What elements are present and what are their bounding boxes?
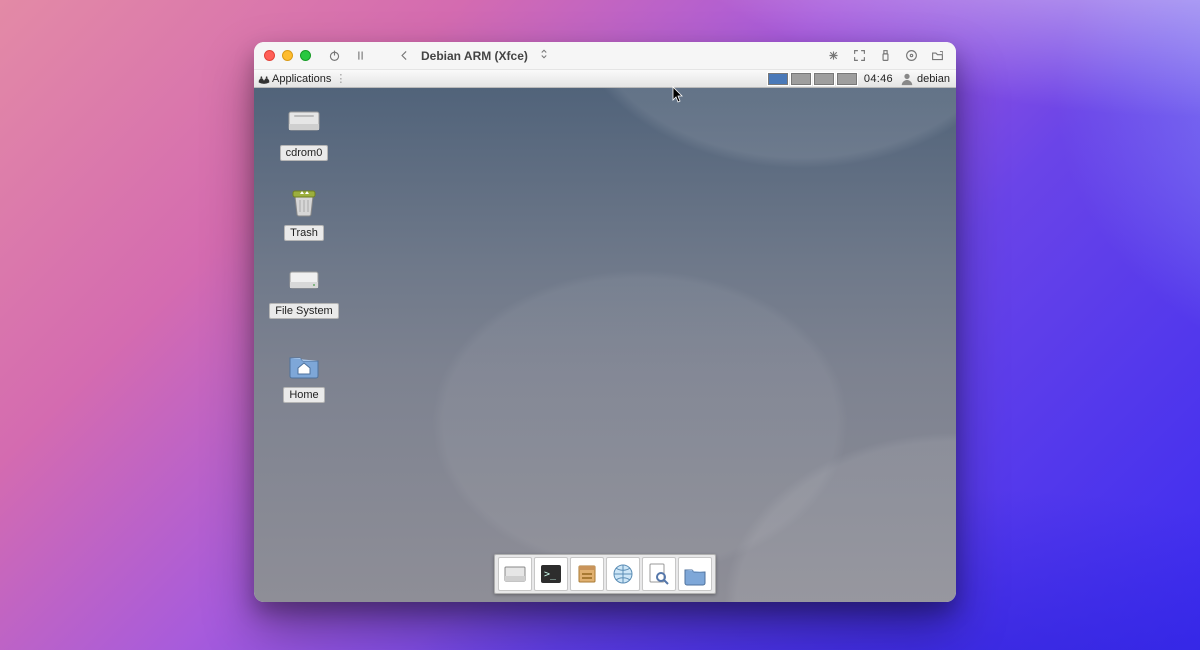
desktop-icon-label: File System (269, 303, 338, 319)
title-selector-icon[interactable] (540, 48, 548, 63)
optical-drive-icon (284, 102, 324, 142)
xfce-desktop[interactable]: cdrom0 Trash File System (254, 88, 956, 602)
workspace-pager (767, 72, 858, 86)
zoom-window-button[interactable] (300, 50, 311, 61)
trash-icon (284, 182, 324, 222)
mouse-cursor-icon (672, 86, 684, 104)
pause-button[interactable] (351, 47, 369, 65)
dock-file-manager[interactable] (570, 557, 604, 591)
back-button[interactable] (395, 47, 413, 65)
desktop-icon-label: Trash (284, 225, 324, 241)
utm-vm-window: Debian ARM (Xfce) Applications ⋮ (254, 42, 956, 602)
workspace-4[interactable] (836, 72, 858, 86)
minimize-window-button[interactable] (282, 50, 293, 61)
shared-folder-icon[interactable] (928, 47, 946, 65)
dock-appfinder[interactable] (642, 557, 676, 591)
applications-menu-icon[interactable] (256, 71, 272, 87)
dock-home-folder[interactable] (678, 557, 712, 591)
panel-grip[interactable]: ⋮ (335, 72, 346, 85)
user-menu-icon[interactable] (899, 71, 915, 87)
desktop-icon-label: Home (283, 387, 324, 403)
workspace-2[interactable] (790, 72, 812, 86)
desktop-icon-cdrom[interactable]: cdrom0 (264, 102, 344, 161)
desktop-icon-label: cdrom0 (280, 145, 329, 161)
dock-terminal[interactable]: >_ (534, 557, 568, 591)
close-window-button[interactable] (264, 50, 275, 61)
dock-show-desktop[interactable] (498, 557, 532, 591)
applications-menu-label[interactable]: Applications (272, 73, 331, 85)
power-button[interactable] (325, 47, 343, 65)
desktop-icon-filesystem[interactable]: File System (264, 260, 344, 319)
host-titlebar: Debian ARM (Xfce) (254, 42, 956, 70)
desktop-icon-home[interactable]: Home (264, 344, 344, 403)
fullscreen-icon[interactable] (850, 47, 868, 65)
xfce-panel: Applications ⋮ 04:46 debian (254, 70, 956, 88)
traffic-lights (264, 50, 311, 61)
workspace-1[interactable] (767, 72, 789, 86)
workspace-3[interactable] (813, 72, 835, 86)
panel-username[interactable]: debian (917, 73, 954, 85)
drive-image-icon[interactable] (902, 47, 920, 65)
svg-text:>_: >_ (544, 569, 557, 580)
panel-clock[interactable]: 04:46 (858, 73, 899, 85)
home-folder-icon (284, 344, 324, 384)
desktop-icon-trash[interactable]: Trash (264, 182, 344, 241)
xfce-dock: >_ (494, 554, 716, 594)
dock-web-browser[interactable] (606, 557, 640, 591)
capture-input-icon[interactable] (824, 47, 842, 65)
host-window-title: Debian ARM (Xfce) (421, 49, 528, 63)
usb-icon[interactable] (876, 47, 894, 65)
hard-drive-icon (284, 260, 324, 300)
